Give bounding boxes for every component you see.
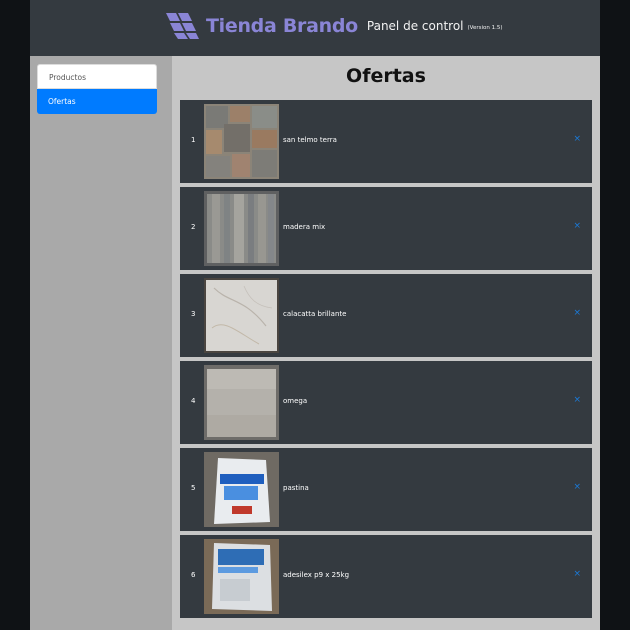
- list-item: 3 calacatta brillante ×: [180, 274, 592, 357]
- grout-bag-icon: [204, 452, 279, 527]
- stone-tile-icon: [204, 104, 279, 179]
- list-item: 5 pastina ×: [180, 448, 592, 531]
- list-item: 6 adesilex p9 x 25kg ×: [180, 535, 592, 618]
- item-name: san telmo terra: [283, 136, 337, 144]
- adhesive-bag-icon: [204, 539, 279, 614]
- item-name: omega: [283, 397, 308, 405]
- item-index: 3: [191, 310, 196, 318]
- item-name: calacatta brillante: [283, 310, 347, 318]
- list-item: 1 san telmo terra ×: [180, 100, 592, 183]
- remove-icon[interactable]: ×: [573, 482, 581, 492]
- list-item: 2 madera mix ×: [180, 187, 592, 270]
- wood-tile-icon: [204, 191, 279, 266]
- sidebar-item-ofertas[interactable]: Ofertas: [37, 89, 157, 114]
- sidebar-nav: Productos Ofertas: [37, 64, 157, 114]
- top-header: Tienda Brando Panel de control (Version …: [30, 0, 600, 56]
- remove-icon[interactable]: ×: [573, 308, 581, 318]
- remove-icon[interactable]: ×: [573, 395, 581, 405]
- item-index: 1: [191, 136, 196, 144]
- brand-logo-icon: [166, 13, 199, 39]
- page-title: Ofertas: [346, 65, 426, 87]
- sidebar-item-productos[interactable]: Productos: [37, 64, 157, 89]
- list-item: 4 omega ×: [180, 361, 592, 444]
- remove-icon[interactable]: ×: [573, 134, 581, 144]
- version-label: (Version 1.5): [467, 25, 503, 31]
- item-index: 4: [191, 397, 196, 405]
- item-name: adesilex p9 x 25kg: [283, 571, 350, 579]
- item-index: 2: [191, 223, 196, 231]
- brand[interactable]: Tienda Brando Panel de control (Version …: [164, 11, 503, 41]
- remove-icon[interactable]: ×: [573, 221, 581, 231]
- brand-name: Tienda Brando: [206, 15, 358, 37]
- item-index: 5: [191, 484, 196, 492]
- app-window: Tienda Brando Panel de control (Version …: [30, 0, 600, 630]
- remove-icon[interactable]: ×: [573, 569, 581, 579]
- sidebar: Productos Ofertas: [30, 56, 172, 630]
- item-name: madera mix: [283, 223, 326, 231]
- item-index: 6: [191, 571, 196, 579]
- gray-tile-icon: [204, 365, 279, 440]
- offers-list: 1 san telmo terra × 2 madera mix × 3 cal…: [180, 100, 592, 622]
- marble-tile-icon: [204, 278, 279, 353]
- main-content: Ofertas 1 san telmo terra × 2 madera mix…: [172, 56, 600, 630]
- panel-title: Panel de control: [366, 19, 464, 33]
- item-name: pastina: [283, 484, 309, 492]
